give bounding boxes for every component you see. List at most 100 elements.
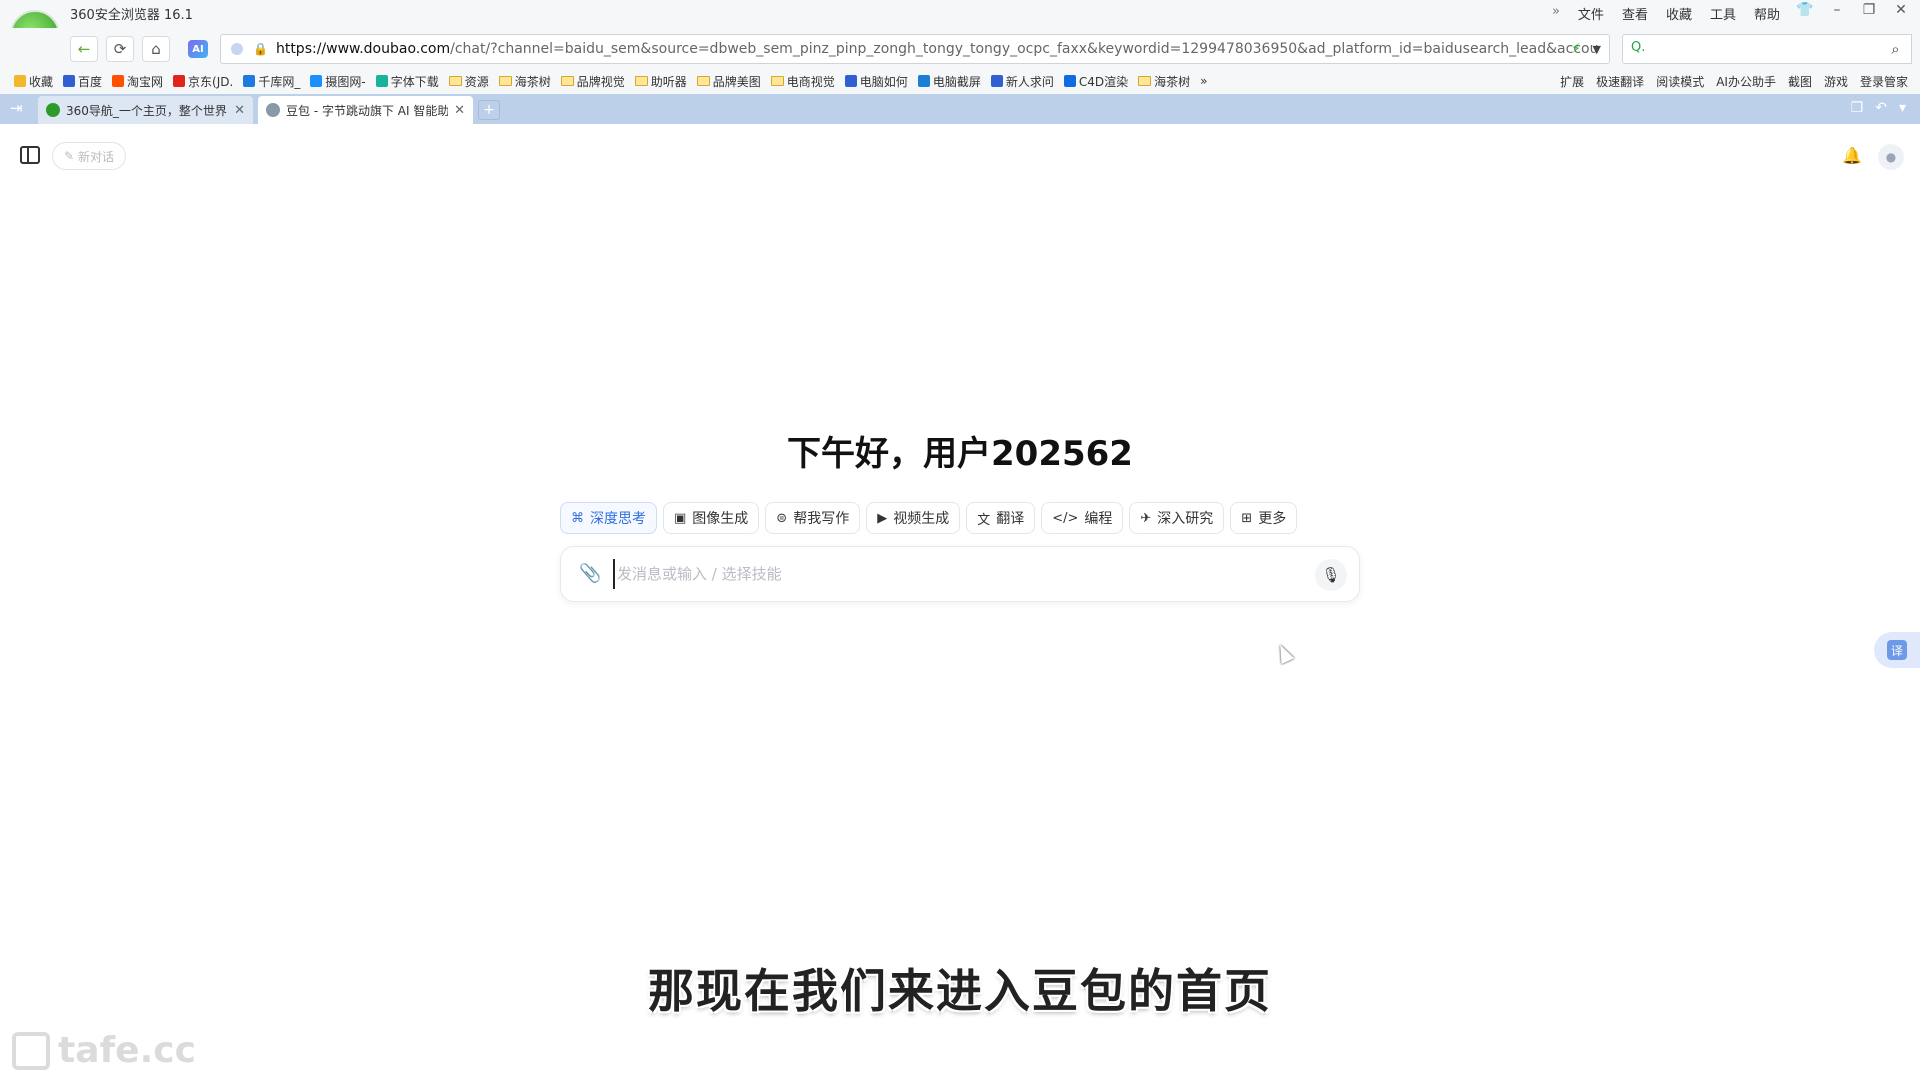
tab-360-nav[interactable]: 360导航_一个主页，整个世界 ✕ — [38, 96, 253, 124]
bookmark-item[interactable]: 品牌美图 — [696, 73, 761, 90]
bookmark-label: 品牌美图 — [712, 74, 761, 89]
skill-label: 更多 — [1258, 511, 1287, 527]
sidebar-toggle-icon[interactable]: ⇥ — [10, 99, 23, 117]
bookmarks-more-icon[interactable]: » — [1200, 74, 1207, 88]
video-icon: ▶ — [877, 510, 888, 526]
translate-float-button[interactable]: 译 — [1874, 632, 1920, 668]
doubao-page: ✎ 新对话 🔔 ● 下午好，用户202562 ⌘ 深度思考 ▣ 图像生成 ⊜ 帮我写作 ▶ 视… — [0, 124, 1920, 1080]
attachment-icon[interactable]: 📎 — [579, 563, 601, 584]
skill-label: 翻译 — [996, 511, 1025, 527]
back-button[interactable]: ← — [70, 36, 98, 62]
folder-icon — [770, 76, 784, 86]
bookmark-label: 电商视觉 — [786, 74, 835, 89]
menu-help[interactable]: 帮助 — [1754, 4, 1780, 23]
jd-icon — [173, 75, 186, 87]
skill-button[interactable]: ▶ 视频生成 — [866, 502, 961, 534]
image-icon: ▣ — [674, 510, 687, 526]
bookmark-item[interactable]: 字体下载 — [375, 73, 439, 90]
new-tab-button[interactable]: + — [478, 100, 500, 120]
bookmark-item[interactable]: 品牌视觉 — [560, 73, 625, 90]
toolbar-item[interactable]: AI办公助手 — [1716, 73, 1776, 90]
refresh-button[interactable]: ⟳ — [106, 36, 134, 62]
url-dropdown-icon[interactable]: ▼ — [1593, 43, 1601, 56]
browser-menu: » 文件 查看 收藏 工具 帮助 — [1552, 4, 1780, 23]
skill-button[interactable]: ⌘ 深度思考 — [560, 502, 657, 534]
bookmark-label: 海茶树 — [514, 74, 551, 89]
translate-icon: 译 — [1887, 640, 1907, 660]
skill-button[interactable]: </> 编程 — [1041, 502, 1124, 534]
bookmark-item[interactable]: 收藏 — [14, 73, 53, 90]
tab-list-icon[interactable]: ❐ — [1851, 100, 1864, 116]
skill-button[interactable]: ▣ 图像生成 — [663, 502, 760, 534]
skill-button[interactable]: ⊞ 更多 — [1230, 502, 1298, 534]
bookmark-item[interactable]: 千库网_ — [243, 73, 300, 90]
menu-file[interactable]: 文件 — [1578, 4, 1604, 23]
search-input[interactable]: Q. — [1622, 34, 1882, 64]
menu-expand-icon[interactable]: » — [1552, 4, 1560, 23]
search-icon[interactable]: ⌕ — [1880, 34, 1912, 64]
undo-close-icon[interactable]: ↶ — [1875, 100, 1887, 116]
lock-icon[interactable]: 🔒 — [253, 42, 268, 56]
minimize-icon[interactable]: – — [1826, 2, 1848, 18]
close-tab-icon[interactable]: ✕ — [454, 103, 465, 118]
bookmark-item[interactable]: 京东(JD. — [173, 73, 233, 90]
site-info-icon[interactable] — [231, 43, 243, 55]
write-icon: ⊜ — [776, 510, 788, 526]
notification-bell-icon[interactable]: 🔔 — [1842, 146, 1862, 165]
bookmark-item[interactable]: 电脑截屏 — [917, 73, 981, 90]
tab-bar-actions: ❐ ↶ ▾ — [1851, 100, 1906, 116]
tab-label: 豆包 - 字节跳动旗下 AI 智能助手 — [286, 103, 449, 118]
bookmark-item[interactable]: C4D渲染 — [1063, 73, 1129, 90]
skill-button[interactable]: ✈ 深入研究 — [1129, 502, 1225, 534]
folder-icon — [498, 76, 512, 86]
restore-icon[interactable]: ❐ — [1858, 2, 1880, 18]
bookmark-item[interactable]: 电商视觉 — [770, 73, 835, 90]
skin-icon[interactable]: 👕 — [1794, 2, 1816, 18]
folder-icon — [560, 76, 574, 86]
avatar[interactable]: ● — [1878, 144, 1904, 170]
bookmark-item[interactable]: 百度 — [63, 73, 102, 90]
toolbar-item[interactable]: 游戏 — [1824, 73, 1848, 90]
folder-icon — [696, 76, 710, 86]
toolbar-item[interactable]: 极速翻译 — [1596, 73, 1644, 90]
watermark: tafe.cc — [12, 1030, 196, 1071]
bookmark-label: 字体下载 — [390, 74, 439, 89]
toolbar-item[interactable]: 扩展 — [1560, 73, 1584, 90]
chat-input[interactable] — [613, 559, 1263, 589]
menu-view[interactable]: 查看 — [1622, 4, 1648, 23]
bookmark-item[interactable]: 淘宝网 — [112, 73, 163, 90]
tab-menu-icon[interactable]: ▾ — [1899, 100, 1906, 116]
address-bar[interactable]: 🔒 https://www.doubao.com /chat/?channel=… — [220, 34, 1610, 64]
ai-assistant-icon[interactable]: AI — [188, 40, 208, 58]
favicon-doubao-icon — [266, 103, 280, 117]
chat-input-box: 📎 🎙 — [560, 546, 1360, 602]
skill-label: 帮我写作 — [793, 511, 850, 527]
toolbar-item[interactable]: 阅读模式 — [1656, 73, 1704, 90]
bookmark-item[interactable]: 新人求问 — [990, 73, 1054, 90]
bookmark-label: C4D渲染 — [1078, 74, 1129, 89]
skill-button[interactable]: 文翻译 — [966, 502, 1036, 534]
toolbar-item[interactable]: 截图 — [1788, 73, 1812, 90]
sidebar-toggle-button[interactable] — [20, 146, 40, 164]
toolbar-item[interactable]: 登录管家 — [1860, 73, 1908, 90]
bookmark-item[interactable]: 海茶树 — [498, 73, 551, 90]
tab-doubao[interactable]: 豆包 - 字节跳动旗下 AI 智能助手 ✕ — [258, 96, 473, 124]
bookmark-item[interactable]: 摄图网- — [310, 73, 366, 90]
greeting-title: 下午好，用户202562 — [787, 434, 1133, 474]
new-chat-button[interactable]: ✎ 新对话 — [52, 142, 126, 170]
bookmark-item[interactable]: 海茶树 — [1138, 73, 1190, 90]
skill-bar: ⌘ 深度思考 ▣ 图像生成 ⊜ 帮我写作 ▶ 视频生成文翻译 </> 编程 ✈ 深入研究 ⊞ 更多 — [560, 502, 1298, 534]
folder-icon — [448, 76, 462, 86]
home-button[interactable]: ⌂ — [142, 36, 170, 62]
close-tab-icon[interactable]: ✕ — [234, 103, 245, 118]
microphone-icon[interactable]: 🎙 — [1315, 559, 1347, 591]
bookmark-item[interactable]: 资源 — [448, 73, 489, 90]
star-icon — [14, 75, 26, 87]
bookmark-item[interactable]: 电脑如何 — [844, 73, 908, 90]
menu-tools[interactable]: 工具 — [1710, 4, 1736, 23]
bookmark-item[interactable]: 助听器 — [634, 73, 687, 90]
close-window-icon[interactable]: ✕ — [1890, 2, 1912, 18]
speed-mode-icon[interactable]: ⚡ — [1571, 41, 1581, 57]
menu-favorites[interactable]: 收藏 — [1666, 4, 1692, 23]
skill-button[interactable]: ⊜ 帮我写作 — [765, 502, 861, 534]
